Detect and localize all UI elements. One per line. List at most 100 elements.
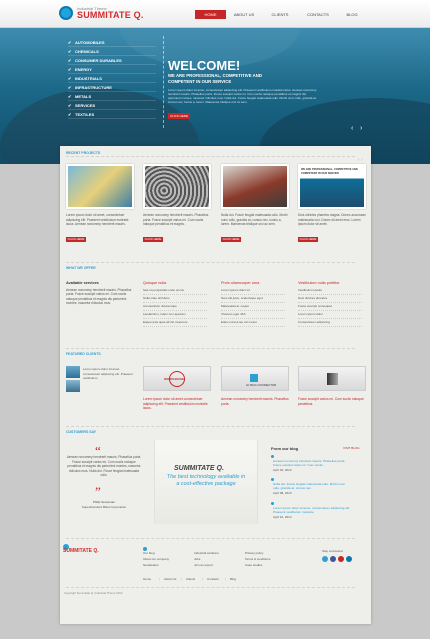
footer-logo-text[interactable]: SUMMITATE Q. (63, 548, 99, 554)
category-label: TEXTILES (75, 112, 95, 117)
category-label: METALS (75, 94, 92, 99)
client-thumb-2[interactable] (66, 380, 80, 392)
project-image-3[interactable] (221, 164, 289, 209)
offer-list-item[interactable]: Duis ultricies pharetra (298, 295, 362, 303)
offer-list-item[interactable]: Accusantium doloremque (143, 303, 207, 311)
footer-nav-about[interactable]: About Us (164, 577, 176, 581)
nav-blog[interactable]: BLOG (340, 10, 364, 19)
testimonial-text: Aenean nonummy hendrerit mauris. Phasell… (66, 455, 142, 477)
offer-list-item[interactable]: Lorem ipsum dolor sit (221, 287, 285, 295)
offer-list-item[interactable]: Laudantium, totam rem aperiam (143, 311, 207, 319)
hero-click-button[interactable]: CLICK HERE (168, 113, 190, 119)
blog-title: From our blog (271, 446, 299, 451)
category-energy[interactable]: ✔ ENERGY (68, 65, 156, 74)
hero-divider (163, 36, 164, 128)
footer-link[interactable]: Our blog (143, 551, 155, 555)
client-text-4[interactable]: Fusce suscipit varius mi. Cum sociis nat… (298, 397, 366, 406)
blog-post-text[interactable]: Aenean nonummy hendrerit mauris. Phasell… (273, 459, 351, 468)
visit-blog-link[interactable]: VISIT BLOG (343, 446, 360, 450)
logo-text[interactable]: SUMMITATE Q. (77, 10, 144, 20)
client-logo-3-text: HI-TECH CONNECTOR (246, 383, 277, 387)
footer-link[interactable]: About our company (143, 557, 169, 561)
category-industrials[interactable]: ✔ INDUSTRIALS (68, 74, 156, 83)
slider-next-icon[interactable]: › (360, 125, 362, 132)
blog-bullet-icon (271, 455, 274, 458)
client-text-2[interactable]: Lorem ipsum dolor sit amet consectetuer … (143, 397, 211, 411)
divider (66, 348, 355, 349)
category-textiles[interactable]: ✔ TEXTILES (68, 110, 156, 119)
check-icon: ✔ (68, 76, 72, 81)
offer-list-item[interactable]: Nulla vitae elit libero (143, 295, 207, 303)
client-logo-4[interactable] (298, 366, 366, 391)
check-icon: ✔ (68, 49, 72, 54)
offer-list-item[interactable]: Eaque ipsa quae ab illo inventore (143, 319, 207, 327)
offer-list-item[interactable]: Lorem ipsum dolor (298, 311, 362, 319)
footer-link[interactable]: Industrial solutions (194, 551, 219, 555)
category-label: ENERGY (75, 67, 92, 72)
testimonial-author: Philip Grossman (92, 500, 115, 504)
offer-list-item[interactable]: Consectetuer adipiscing (298, 319, 362, 327)
facebook-icon[interactable] (330, 556, 336, 562)
category-automobiles[interactable]: ✔ AUTOMOBILES (68, 38, 156, 47)
footer-link[interactable]: Case studies (245, 563, 262, 567)
nav-home[interactable]: HOME (195, 10, 226, 19)
category-label: CHEMICALS (75, 49, 99, 54)
project-button-3[interactable]: CLICK HERE (221, 237, 241, 242)
category-metals[interactable]: ✔ METALS (68, 92, 156, 101)
client-logo-3[interactable]: HI-TECH CONNECTOR (221, 366, 289, 391)
footer-link[interactable]: Newsletters (143, 563, 159, 567)
offer-col1-title: Available services (66, 281, 99, 285)
footer-nav-blog[interactable]: Blog (230, 577, 236, 581)
footer-link[interactable]: Join an expert (194, 563, 213, 567)
projects-arrows-icon[interactable]: ‹ › (358, 157, 363, 163)
linkedin-icon[interactable] (346, 556, 352, 562)
client-thumb-1[interactable] (66, 366, 80, 378)
check-icon: ✔ (68, 58, 72, 63)
offer-list-item[interactable]: Vestibulum iaculis (298, 287, 362, 295)
project-button-1[interactable]: CLICK HERE (66, 237, 86, 242)
project-image-1[interactable] (66, 164, 134, 209)
offer-list-item[interactable]: Nam elit justo, scelerisque eget (221, 295, 285, 303)
hero-subtitle: WE ARE PROFESSIONAL, COMPETITIVE AND COM… (168, 73, 262, 84)
blog-bullet-icon (271, 478, 274, 481)
offer-list-item[interactable]: Sed ut perspiciatis unde omnis (143, 287, 207, 295)
offer-col3-title: Proin ullamcorper urna (221, 281, 260, 285)
nav-clients[interactable]: CLIENTS (268, 10, 292, 19)
client-logo-2[interactable]: WORDHOUSE (143, 366, 211, 391)
client-text-3[interactable]: Aenean nonummy hendrerit mauris. Phasell… (221, 397, 289, 406)
project-image-2[interactable] (143, 164, 211, 209)
project-button-4[interactable]: CLICK HERE (298, 237, 318, 242)
logo-icon[interactable] (59, 6, 73, 20)
blog-post-date: April 10, 2013 (273, 515, 292, 519)
section-title-customers: CUSTOMERS SAY (66, 430, 97, 434)
footer-nav-clients[interactable]: Clients (186, 577, 195, 581)
category-infrastructure[interactable]: ✔ INFRASTRUCTURE (68, 83, 156, 92)
project-text-4: Duis ultricies pharetra magna. Donec acc… (298, 213, 366, 226)
slider-prev-icon[interactable]: ‹ (351, 125, 353, 132)
category-label: CONSUMER DURABLES (75, 58, 122, 63)
offer-list-item[interactable]: Etiam cursus leo vel metus (221, 319, 285, 327)
footer-nav-contacts[interactable]: Contacts (207, 577, 219, 581)
offer-list-item[interactable]: Malesuada at, neque (221, 303, 285, 311)
footer-nav-home[interactable]: Home (143, 577, 151, 581)
social-title: Stay connected (322, 549, 343, 553)
footer-link[interactable]: Terms & conditions (245, 557, 270, 561)
project-image-4-caption: WE ARE PROFESSIONAL, COMPETITIVE AND COM… (301, 168, 358, 175)
nav-about[interactable]: ABOUT US (232, 10, 256, 19)
offer-list-item[interactable]: Vivamus eget nibh (221, 311, 285, 319)
category-services[interactable]: ✔ SERVICES (68, 101, 156, 110)
nav-contacts[interactable]: CONTACTS (305, 10, 331, 19)
footer-link[interactable]: Privacy policy (245, 551, 263, 555)
blog-post-text[interactable]: Lorem ipsum dolor sit amet, consectetuer… (273, 506, 351, 515)
category-consumer-durables[interactable]: ✔ CONSUMER DURABLES (68, 56, 156, 65)
category-chemicals[interactable]: ✔ CHEMICALS (68, 47, 156, 56)
footer-nav-separator: | (181, 577, 182, 581)
offer-list-item[interactable]: Fusce suscipit consequat (298, 303, 362, 311)
check-icon: ✔ (68, 40, 72, 45)
client-logo-mark-icon (327, 373, 338, 385)
twitter-icon[interactable] (322, 556, 328, 562)
blog-post-text[interactable]: Nulla dui. Fusce feugiat malesuada odio.… (273, 482, 351, 491)
project-button-2[interactable]: CLICK HERE (143, 237, 163, 242)
google-plus-icon[interactable] (338, 556, 344, 562)
footer-link[interactable]: Jobs (194, 557, 200, 561)
